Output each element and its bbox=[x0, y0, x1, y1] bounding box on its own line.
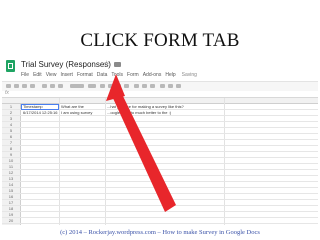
borders-icon[interactable] bbox=[142, 84, 147, 88]
strikethrough-icon[interactable] bbox=[116, 84, 121, 88]
redo-icon[interactable] bbox=[22, 84, 27, 88]
bold-icon[interactable] bbox=[100, 84, 105, 88]
menu-tools[interactable]: Tools bbox=[111, 72, 123, 80]
menu-bar: File Edit View Insert Format Data Tools … bbox=[21, 72, 201, 80]
wrap-icon[interactable] bbox=[176, 84, 181, 88]
save-status: Saving bbox=[181, 72, 197, 78]
menu-form[interactable]: Form bbox=[127, 72, 139, 80]
text-color-icon[interactable] bbox=[124, 84, 129, 88]
currency-icon[interactable] bbox=[42, 84, 47, 88]
print-icon[interactable] bbox=[6, 84, 11, 88]
menu-data[interactable]: Data bbox=[97, 72, 108, 80]
decimal-icon[interactable] bbox=[58, 84, 63, 88]
font-select[interactable] bbox=[70, 84, 84, 88]
font-size-select[interactable] bbox=[88, 84, 96, 88]
spreadsheet-window: Trial Survey (Responses) ☆ File Edit Vie… bbox=[2, 60, 318, 225]
folder-icon[interactable] bbox=[114, 62, 121, 67]
footer-credit: (c) 2014 – Rockerjay.wordpress.com – How… bbox=[60, 229, 260, 236]
merge-icon[interactable] bbox=[150, 84, 155, 88]
star-icon[interactable]: ☆ bbox=[103, 60, 110, 68]
menu-insert[interactable]: Insert bbox=[60, 72, 73, 80]
table-row[interactable]: 20 bbox=[2, 218, 318, 224]
menu-view[interactable]: View bbox=[46, 72, 57, 80]
caption-title: CLICK FORM TAB bbox=[80, 30, 240, 51]
fill-color-icon[interactable] bbox=[134, 84, 139, 88]
align-icon[interactable] bbox=[160, 84, 165, 88]
paint-format-icon[interactable] bbox=[30, 84, 35, 88]
menu-edit[interactable]: Edit bbox=[33, 72, 42, 80]
document-title[interactable]: Trial Survey (Responses) bbox=[21, 60, 111, 69]
undo-icon[interactable] bbox=[14, 84, 19, 88]
formula-bar[interactable]: fx bbox=[2, 90, 318, 98]
row-number[interactable]: 20 bbox=[2, 218, 20, 224]
italic-icon[interactable] bbox=[108, 84, 113, 88]
fx-icon: fx bbox=[5, 90, 9, 96]
menu-addons[interactable]: Add-ons bbox=[143, 72, 162, 80]
menu-file[interactable]: File bbox=[21, 72, 29, 80]
percent-icon[interactable] bbox=[50, 84, 55, 88]
sheet-grid[interactable]: 1 Timestamp What are the ...hat you use for… bbox=[2, 98, 318, 225]
menu-format[interactable]: Format bbox=[77, 72, 93, 80]
sheets-icon[interactable] bbox=[6, 60, 15, 72]
valign-icon[interactable] bbox=[168, 84, 173, 88]
selected-cell[interactable] bbox=[21, 104, 59, 110]
menu-help[interactable]: Help bbox=[165, 72, 175, 80]
